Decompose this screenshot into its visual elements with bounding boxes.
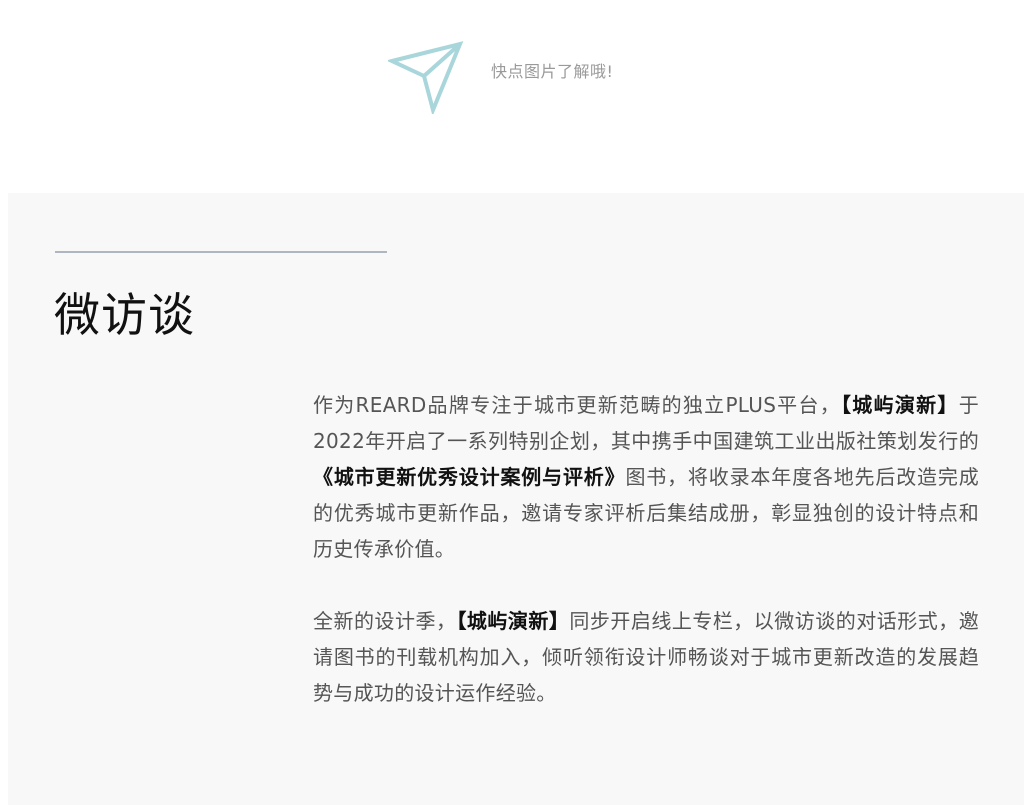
tap-hint-text: 快点图片了解哦! (491, 62, 614, 81)
column-text-1: 全新的设计季， (313, 609, 457, 633)
interview-section: 微访谈 作为REARD品牌专注于城市更新范畴的独立PLUS平台，【城屿演新】于2… (8, 193, 1024, 805)
paper-plane-icon (388, 41, 464, 114)
brand-name-highlight: 【城屿演新】 (841, 393, 959, 417)
page: 快点图片了解哦! 微访谈 作为REARD品牌专注于城市更新范畴的独立PLUS平台… (0, 0, 1032, 805)
intro-paragraph: 作为REARD品牌专注于城市更新范畴的独立PLUS平台，【城屿演新】于2022年… (313, 387, 979, 567)
section-title: 微访谈 (54, 288, 195, 342)
intro-text-1: 作为REARD品牌专注于城市更新范畴的独立PLUS平台， (313, 393, 842, 417)
section-divider (55, 251, 387, 253)
book-title-highlight: 《城市更新优秀设计案例与评析》 (313, 465, 626, 489)
column-paragraph: 全新的设计季，【城屿演新】同步开启线上专栏，以微访谈的对话形式，邀请图书的刊载机… (313, 603, 979, 711)
tap-hint[interactable]: 快点图片了解哦! (388, 40, 613, 114)
section-body: 作为REARD品牌专注于城市更新范畴的独立PLUS平台，【城屿演新】于2022年… (313, 387, 979, 711)
brand-name-highlight-2: 【城屿演新】 (456, 609, 570, 633)
